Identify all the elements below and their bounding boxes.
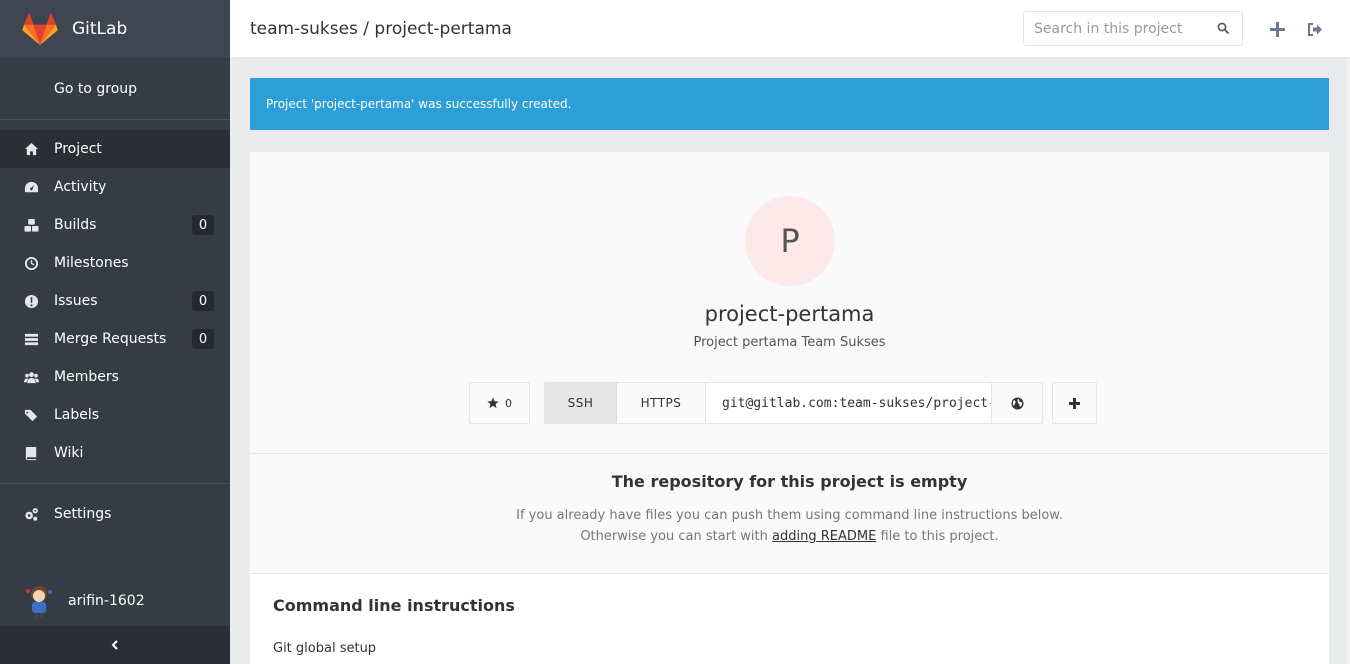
brand-name: GitLab (72, 19, 128, 39)
command-line-title: Command line instructions (273, 596, 515, 615)
sidebar-item-merge-requests[interactable]: Merge Requests 0 (0, 320, 230, 358)
dashboard-icon (22, 178, 40, 196)
clone-ssh-button[interactable]: SSH (545, 383, 617, 423)
breadcrumb[interactable]: team-sukses / project-pertama (250, 19, 512, 39)
gitlab-logo-icon (22, 12, 58, 45)
clone-panel: SSH HTTPS git@gitlab.com:team-sukses/pro… (544, 382, 1043, 424)
sidebar-item-label: Project (54, 141, 102, 157)
sidebar-item-project[interactable]: Project (0, 130, 230, 168)
home-icon (22, 140, 40, 158)
sidebar-item-label: Wiki (54, 445, 84, 461)
search-input[interactable] (1024, 12, 1204, 45)
git-global-setup-heading: Git global setup (273, 641, 377, 656)
new-item-button[interactable] (1267, 19, 1287, 39)
globe-icon (1011, 397, 1023, 409)
clone-url-input[interactable]: git@gitlab.com:team-sukses/project-perta… (706, 383, 992, 423)
book-icon (22, 444, 40, 462)
flash-notice: Project 'project-pertama' was successful… (250, 78, 1329, 130)
adding-readme-link[interactable]: adding README (772, 529, 876, 544)
cubes-icon (22, 216, 40, 234)
plus-icon (1069, 397, 1080, 409)
empty-repo-title: The repository for this project is empty (611, 472, 968, 491)
merge-requests-count-badge: 0 (192, 329, 214, 349)
sidebar-item-issues[interactable]: Issues 0 (0, 282, 230, 320)
empty-repo-text-suffix: file to this project. (876, 529, 999, 544)
user-avatar (26, 586, 52, 618)
search-icon (1217, 22, 1230, 35)
empty-repo-text-prefix: Otherwise you can start with (580, 529, 773, 544)
exclamation-circle-icon (22, 292, 40, 310)
sign-out-icon (1308, 22, 1322, 36)
brand[interactable]: GitLab (0, 0, 230, 58)
star-count: 0 (505, 396, 512, 410)
go-to-group-link[interactable]: Go to group (0, 58, 230, 120)
sidebar-item-label: Settings (54, 506, 112, 522)
sidebar-item-label: Merge Requests (54, 331, 167, 347)
issues-count-badge: 0 (192, 291, 214, 311)
empty-repo-text-1: If you already have files you can push t… (516, 508, 1063, 523)
top-header: team-sukses / project-pertama (230, 0, 1350, 58)
sidebar-item-label: Issues (54, 293, 98, 309)
collapse-sidebar-button[interactable] (0, 626, 230, 664)
add-dropdown-button[interactable] (1052, 382, 1097, 424)
builds-count-badge: 0 (192, 215, 214, 235)
sidebar: GitLab Go to group Project Activity Buil… (0, 0, 230, 664)
sidebar-item-label: Members (54, 369, 119, 385)
visibility-button[interactable] (992, 383, 1042, 423)
user-name: arifin-1602 (68, 593, 145, 609)
sidebar-item-milestones[interactable]: Milestones (0, 244, 230, 282)
tags-icon (22, 406, 40, 424)
current-user[interactable]: arifin-1602 (0, 578, 230, 624)
search-box (1023, 11, 1243, 46)
sidebar-item-label: Labels (54, 407, 100, 423)
sidebar-item-wiki[interactable]: Wiki (0, 434, 230, 472)
sidebar-item-builds[interactable]: Builds 0 (0, 206, 230, 244)
chevron-left-icon (111, 640, 118, 650)
clock-icon (22, 254, 40, 272)
sidebar-item-settings[interactable]: Settings (0, 495, 230, 533)
sidebar-item-label: Activity (54, 179, 107, 195)
project-avatar: P (745, 196, 835, 286)
sidebar-item-label: Builds (54, 217, 97, 233)
project-home-panel: P project-pertama Project pertama Team S… (250, 151, 1329, 664)
empty-repo-text-2: Otherwise you can start with adding READ… (250, 529, 1329, 544)
sidebar-item-labels[interactable]: Labels (0, 396, 230, 434)
merge-list-icon (22, 330, 40, 348)
sidebar-item-label: Milestones (54, 255, 129, 271)
sidebar-nav: Project Activity Builds 0 Milestones Iss… (0, 130, 230, 533)
plus-icon (1269, 21, 1285, 37)
star-button[interactable]: 0 (469, 382, 530, 424)
clone-https-button[interactable]: HTTPS (617, 383, 706, 423)
sidebar-item-activity[interactable]: Activity (0, 168, 230, 206)
users-icon (22, 368, 40, 386)
command-line-section: Command line instructions Git global set… (250, 573, 1329, 664)
project-description: Project pertama Team Sukses (693, 335, 886, 350)
cogs-icon (22, 505, 40, 523)
sidebar-item-members[interactable]: Members (0, 358, 230, 396)
project-title: project-pertama (704, 302, 875, 326)
sidebar-divider (0, 483, 230, 484)
sign-out-button[interactable] (1305, 19, 1325, 39)
star-icon (487, 397, 499, 408)
section-divider (250, 453, 1329, 454)
